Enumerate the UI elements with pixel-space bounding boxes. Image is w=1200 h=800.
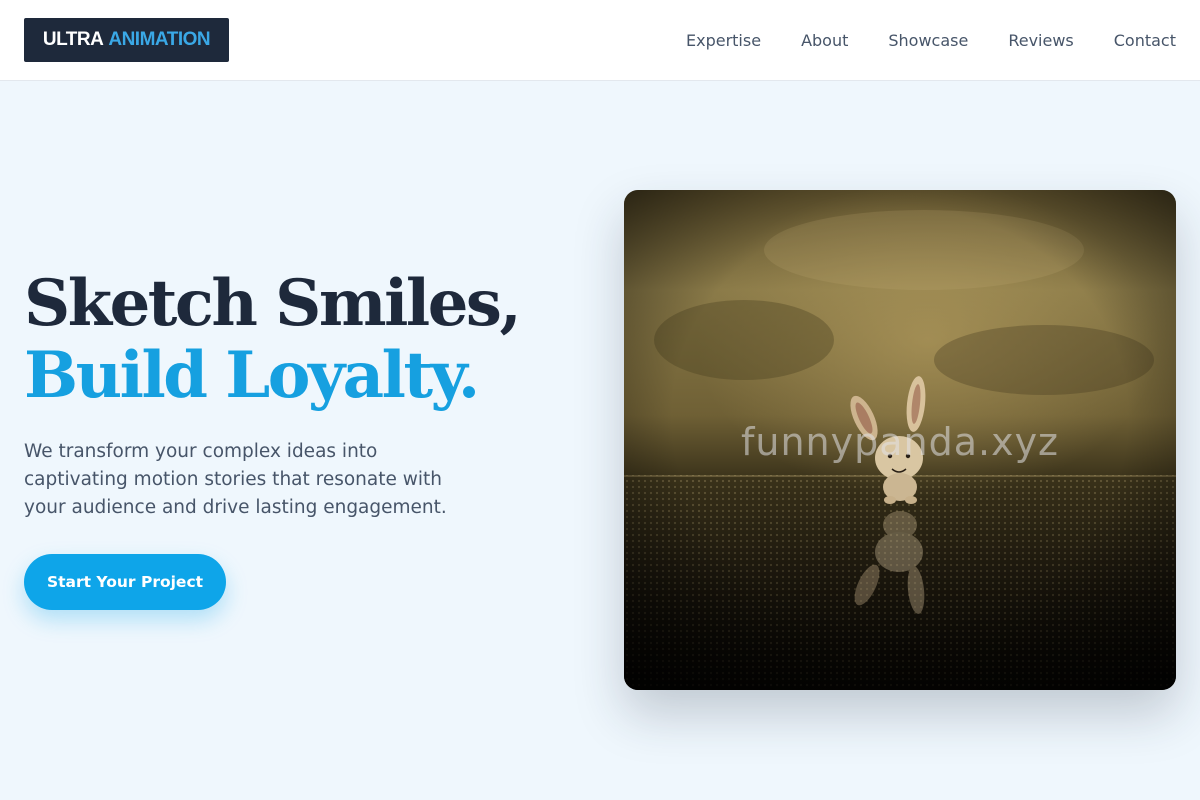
nav-link-reviews[interactable]: Reviews [1008, 31, 1073, 50]
bunny-photo-illustration: funnypanda.xyz [624, 190, 1176, 690]
start-project-button[interactable]: Start Your Project [24, 554, 226, 610]
logo-word-animation: ANIMATION [108, 29, 211, 50]
hero-title-line1: Sketch Smiles, [24, 266, 522, 341]
logo[interactable]: ULTRA ANIMATION [24, 18, 229, 62]
site-header: ULTRA ANIMATION Expertise About Showcase… [0, 0, 1200, 81]
watermark-text: funnypanda.xyz [741, 420, 1059, 464]
logo-word-ultra: ULTRA [42, 29, 104, 50]
nav-link-showcase[interactable]: Showcase [888, 31, 968, 50]
hero-subtitle: We transform your complex ideas into cap… [24, 441, 447, 518]
hero-title-line2: Build Loyalty. [24, 338, 480, 413]
nav-link-about[interactable]: About [801, 31, 848, 50]
hero-title: Sketch Smiles, Build Loyalty. [24, 266, 522, 413]
main-nav: Expertise About Showcase Reviews Contact [646, 0, 1176, 80]
nav-link-expertise[interactable]: Expertise [686, 31, 761, 50]
hero-image: funnypanda.xyz [624, 190, 1176, 690]
nav-link-contact[interactable]: Contact [1114, 31, 1176, 50]
